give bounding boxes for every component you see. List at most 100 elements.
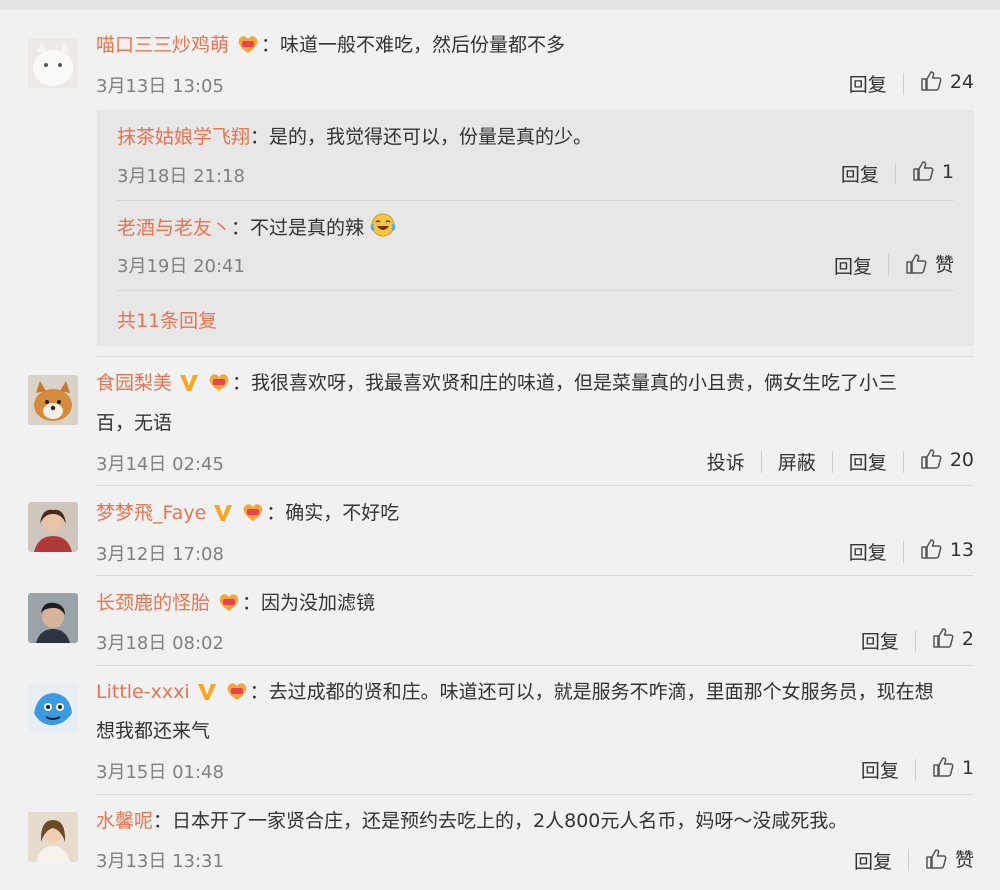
comment-line: 食园梨美 ：我很喜欢呀，我最喜欢贤和庄的味道，但是菜量真的小且贵，俩女生吃了小三 [96, 364, 980, 406]
comment-divider [96, 575, 974, 576]
comment-divider [96, 665, 974, 666]
like-count: 1 [961, 757, 974, 779]
reply-button[interactable]: 回复 [854, 847, 892, 874]
comment-time: 3月15日 01:48 [96, 762, 224, 783]
action-separator [760, 450, 762, 473]
like-count: 2 [961, 628, 974, 650]
like-label: 赞 [954, 849, 974, 871]
comment-divider [96, 485, 974, 486]
username[interactable]: 梦梦飛_Faye [96, 502, 206, 524]
reply-thread: 抹茶姑娘学飞翔：是的，我觉得还可以，份量是真的少。 3月18日 21:18 回复… [97, 110, 974, 346]
like-button[interactable]: 13 [920, 538, 974, 565]
thumbs-up-icon [912, 160, 934, 187]
action-separator [902, 540, 904, 563]
comment-text: ：我很喜欢呀，我最喜欢贤和庄的味道，但是菜量真的小且贵，俩女生吃了小三 [232, 372, 898, 394]
thumbs-up-icon [932, 627, 954, 654]
reply-line: 老酒与老友丶：不过是真的辣 [117, 212, 396, 247]
like-button[interactable]: 1 [932, 756, 974, 783]
reply-actions: 回复 赞 [834, 250, 954, 280]
more-replies-link[interactable]: 共11条回复 [117, 306, 217, 333]
comment-text: ：味道一般不难吃，然后份量都不多 [261, 34, 566, 56]
reply-divider [117, 290, 954, 291]
comment-actions: 回复 1 [861, 756, 974, 783]
like-button[interactable]: 赞 [925, 845, 974, 875]
reply-button[interactable]: 回复 [861, 627, 899, 654]
vip-v-icon [196, 677, 218, 715]
like-button[interactable]: 1 [912, 160, 954, 187]
comment-text: ：日本开了一家贤合庄，还是预约去吃上的，2人800元人名币，妈呀～没咸死我。 [153, 810, 848, 832]
comment-actions: 回复 13 [849, 538, 974, 565]
reply-button[interactable]: 回复 [849, 448, 887, 475]
reply-button[interactable]: 回复 [834, 252, 872, 279]
comment-divider [96, 356, 974, 357]
fan-badge-icon [224, 677, 250, 715]
thumbs-up-icon [920, 538, 942, 565]
action-separator [914, 629, 916, 652]
like-button[interactable]: 赞 [905, 250, 954, 280]
comment-line: 水馨呢：日本开了一家贤合庄，还是预约去吃上的，2人800元人名币，妈呀～没咸死我… [96, 802, 980, 840]
comment-line-continued: 百，无语 [96, 404, 980, 442]
comment-time: 3月13日 13:05 [96, 76, 224, 97]
username[interactable]: 食园梨美 [96, 372, 172, 394]
thumbs-up-icon [932, 756, 954, 783]
comment-time: 3月18日 08:02 [96, 633, 224, 654]
action-separator [902, 450, 904, 473]
username[interactable]: 长颈鹿的怪胎 [96, 592, 210, 614]
comment-text: ：确实，不好吃 [266, 502, 400, 524]
fan-badge-icon [235, 30, 261, 68]
thumbs-up-icon [905, 253, 927, 280]
action-separator [907, 849, 909, 871]
reply-button[interactable]: 回复 [849, 70, 887, 97]
avatar[interactable] [28, 375, 78, 425]
report-button[interactable]: 投诉 [707, 448, 745, 475]
avatar[interactable] [28, 38, 78, 88]
action-separator [894, 162, 896, 185]
reply-divider [117, 200, 954, 201]
username[interactable]: Little-xxxi [96, 681, 190, 703]
reply-line: 抹茶姑娘学飞翔：是的，我觉得还可以，份量是真的少。 [117, 122, 592, 152]
like-label: 赞 [934, 254, 954, 276]
username[interactable]: 喵口三三炒鸡萌 [96, 34, 229, 56]
comment-text: ：去过成都的贤和庄。味道还可以，就是服务不咋滴，里面那个女服务员，现在想 [249, 681, 934, 703]
vip-v-icon [178, 368, 200, 406]
avatar[interactable] [28, 683, 78, 733]
reply-username[interactable]: 老酒与老友丶 [117, 217, 231, 239]
comment-time: 3月13日 13:31 [96, 851, 224, 872]
laugh-cry-emoji-icon [370, 212, 396, 247]
comment-text: 想我都还来气 [96, 720, 211, 742]
comment-line: 喵口三三炒鸡萌 ：味道一般不难吃，然后份量都不多 [96, 26, 980, 68]
like-count: 20 [949, 449, 974, 471]
action-separator [887, 254, 889, 276]
reply-text: ：是的，我觉得还可以，份量是真的少。 [250, 126, 593, 148]
reply-text: ：不过是真的辣 [231, 217, 365, 239]
like-button[interactable]: 20 [920, 448, 974, 475]
comment-text: ：因为没加滤镜 [242, 592, 376, 614]
thumbs-up-icon [920, 448, 942, 475]
like-button[interactable]: 24 [920, 70, 974, 97]
username[interactable]: 水馨呢 [96, 810, 153, 832]
thumbs-up-icon [920, 70, 942, 97]
comment-actions: 投诉 屏蔽 回复 20 [707, 448, 974, 475]
reply-button[interactable]: 回复 [861, 756, 899, 783]
reply-time: 3月18日 21:18 [117, 166, 245, 187]
avatar[interactable] [28, 593, 78, 643]
like-count: 24 [949, 71, 974, 93]
reply-username[interactable]: 抹茶姑娘学飞翔 [117, 126, 250, 148]
comment-text: 百，无语 [96, 412, 173, 434]
comment-time: 3月12日 17:08 [96, 544, 224, 565]
action-separator [831, 450, 833, 473]
comment-divider [96, 794, 974, 795]
avatar[interactable] [28, 812, 78, 862]
like-button[interactable]: 2 [932, 627, 974, 654]
block-button[interactable]: 屏蔽 [778, 448, 816, 475]
comment-actions: 回复 2 [861, 627, 974, 654]
avatar[interactable] [28, 502, 78, 552]
fan-badge-icon [206, 368, 232, 406]
action-separator [902, 72, 904, 95]
reply-button[interactable]: 回复 [849, 538, 887, 565]
fan-badge-icon [216, 588, 242, 626]
comment-line: 梦梦飛_Faye ：确实，不好吃 [96, 494, 980, 536]
comment-line: Little-xxxi ：去过成都的贤和庄。味道还可以，就是服务不咋滴，里面那个女… [96, 673, 980, 715]
thumbs-up-icon [925, 848, 947, 875]
reply-button[interactable]: 回复 [841, 160, 879, 187]
